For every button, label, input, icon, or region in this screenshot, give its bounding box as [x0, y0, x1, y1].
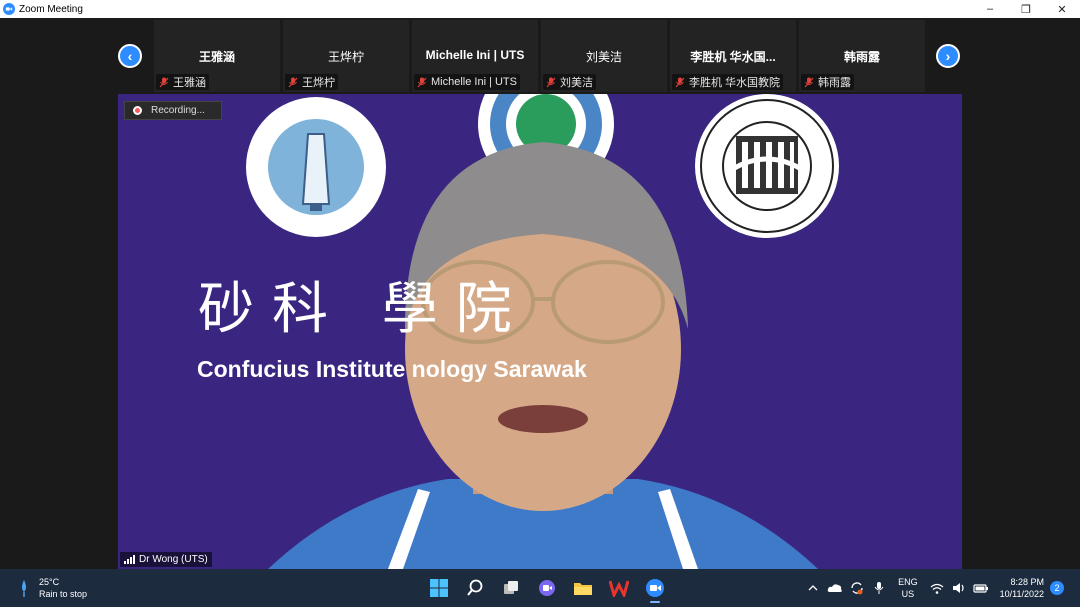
task-view-button[interactable]	[496, 573, 526, 603]
previous-page-button[interactable]: ‹	[118, 44, 142, 68]
windows-taskbar: 25°C Rain to stop ENG US 8:28 PM 10/11/2…	[0, 569, 1080, 607]
rain-icon	[22, 580, 26, 597]
recording-label: Recording...	[151, 105, 205, 116]
participant-label: 王雅涵	[156, 74, 209, 90]
weather-status: Rain to stop	[39, 589, 88, 599]
maximize-button[interactable]: ❐	[1008, 0, 1044, 18]
chevron-right-icon: ›	[945, 48, 951, 64]
temperature: 25°C	[39, 577, 60, 587]
folder-icon	[574, 583, 592, 595]
next-page-button[interactable]: ›	[936, 44, 960, 68]
volume-icon[interactable]	[949, 578, 969, 598]
university-logo-right	[695, 94, 839, 238]
participant-label: 王烨柠	[285, 74, 338, 90]
task-view-icon	[504, 581, 518, 594]
cloud-icon[interactable]	[825, 578, 845, 598]
system-tray: ENG US 8:28 PM 10/11/2022 2	[802, 569, 1080, 607]
chevron-left-icon: ‹	[127, 48, 133, 64]
participant-name: 王雅涵	[198, 50, 235, 64]
chat-app-button[interactable]	[532, 573, 562, 603]
zoom-icon	[646, 579, 664, 597]
sync-icon[interactable]	[847, 578, 867, 598]
participant-label: 刘美洁	[543, 74, 596, 90]
notification-badge[interactable]: 2	[1050, 581, 1064, 595]
start-button[interactable]	[424, 573, 454, 603]
meeting-area: ‹ 王雅涵 王雅涵 王烨柠 王烨柠 Michelle Ini | UTS Mic…	[0, 18, 1080, 569]
clock-date: 10/11/2022	[999, 589, 1044, 599]
participant-name: 刘美洁	[585, 50, 622, 64]
university-logo-left	[246, 97, 386, 237]
file-explorer-button[interactable]	[568, 573, 598, 603]
record-dot-icon	[133, 106, 142, 115]
wps-office-button[interactable]	[604, 573, 634, 603]
minimize-button[interactable]: –	[972, 0, 1008, 18]
connection-signal-icon	[124, 555, 135, 564]
banner-chinese-text: 砂科 學院	[198, 277, 530, 342]
participant-tile[interactable]: 李胜机 华水国... 李胜机 华水国教院	[670, 20, 796, 92]
participant-tile[interactable]: 刘美洁 刘美洁	[541, 20, 667, 92]
participant-tile[interactable]: 韩雨露 韩雨露	[799, 20, 925, 92]
participant-name: 王烨柠	[327, 50, 364, 64]
chat-icon	[539, 580, 555, 596]
participant-tile[interactable]: Michelle Ini | UTS Michelle Ini | UTS	[412, 20, 538, 92]
clock-time: 8:28 PM	[1010, 577, 1044, 587]
window-titlebar: Zoom Meeting – ❐ ✕	[0, 0, 1080, 18]
zoom-taskbar-button[interactable]	[640, 573, 670, 603]
search-button[interactable]	[460, 573, 490, 603]
language-indicator[interactable]: ENG US	[898, 576, 918, 600]
search-icon	[467, 579, 483, 596]
speaker-name: Dr Wong (UTS)	[139, 554, 208, 565]
participant-name: 韩雨露	[843, 50, 880, 64]
close-button[interactable]: ✕	[1044, 0, 1080, 18]
chevron-up-icon[interactable]	[803, 578, 823, 598]
participant-label: 李胜机 华水国教院	[672, 74, 784, 90]
participant-tile[interactable]: 王烨柠 王烨柠	[283, 20, 409, 92]
mic-muted-icon	[546, 77, 556, 87]
banner-english-text: Confucius Institute nology Sarawak	[197, 356, 587, 382]
participant-strip: ‹ 王雅涵 王雅涵 王烨柠 王烨柠 Michelle Ini | UTS Mic…	[0, 18, 1080, 94]
participant-label: Michelle Ini | UTS	[414, 74, 520, 90]
participant-tile[interactable]: 王雅涵 王雅涵	[154, 20, 280, 92]
weather-widget[interactable]: 25°C Rain to stop	[18, 576, 87, 600]
mic-muted-icon	[675, 77, 685, 87]
microphone-icon[interactable]	[869, 578, 889, 598]
battery-icon[interactable]	[971, 578, 991, 598]
wps-icon	[609, 580, 629, 597]
zoom-app-icon	[3, 3, 15, 15]
windows-logo-icon	[430, 579, 448, 597]
window-title: Zoom Meeting	[19, 3, 83, 15]
participant-name: Michelle Ini | UTS	[425, 48, 525, 62]
wifi-icon[interactable]	[927, 578, 947, 598]
mic-muted-icon	[288, 77, 298, 87]
active-speaker-video[interactable]: 砂科 學院 Confucius Institute nology Sarawak…	[118, 94, 962, 569]
system-clock[interactable]: 8:28 PM 10/11/2022	[1000, 576, 1044, 600]
participant-name: 李胜机 华水国...	[690, 50, 776, 64]
mic-muted-icon	[159, 77, 169, 87]
recording-indicator[interactable]: Recording...	[124, 101, 222, 120]
participant-label: 韩雨露	[801, 74, 854, 90]
mic-muted-icon	[804, 77, 814, 87]
speaker-name-tag: Dr Wong (UTS)	[120, 552, 212, 567]
mic-muted-icon	[417, 77, 427, 87]
